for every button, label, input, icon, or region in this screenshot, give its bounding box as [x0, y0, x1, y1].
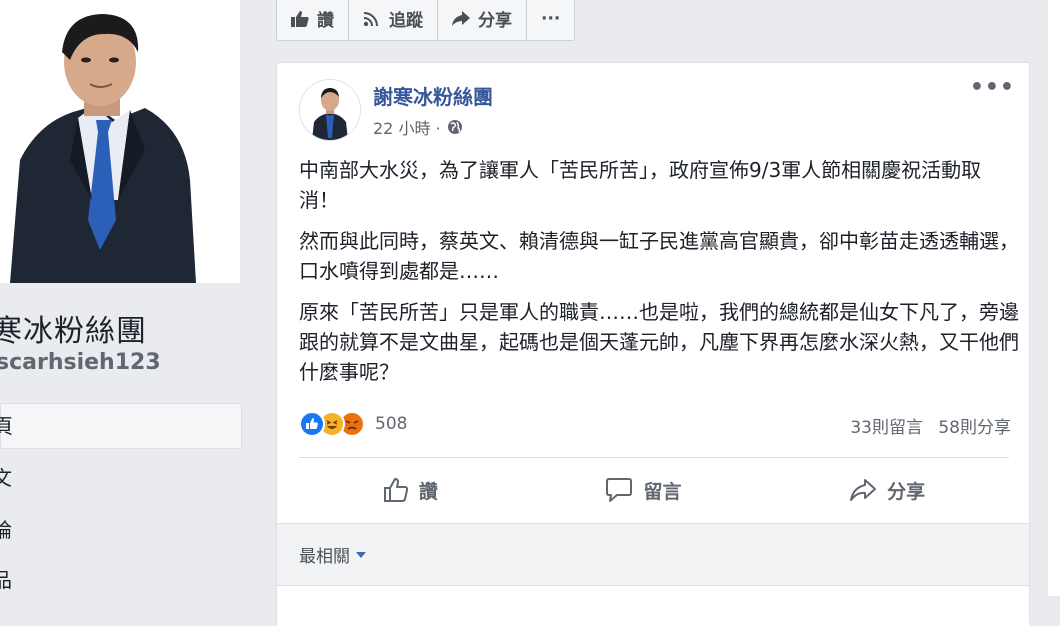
- nav-item-label: 論: [0, 518, 12, 542]
- post-body: 中南部大水災，為了讓軍人「苦民所苦」，政府宣佈9/3軍人節相關慶祝活動取消！ 然…: [299, 155, 1019, 398]
- share-count-link[interactable]: 58則分享: [938, 418, 1011, 438]
- reaction-icons: [299, 411, 365, 437]
- page-username: scarhsieh123: [0, 350, 161, 375]
- nav-item-products[interactable]: 品: [0, 564, 240, 593]
- share-arrow-icon: [452, 10, 470, 26]
- right-edge: [1048, 0, 1060, 596]
- comment-bubble-icon: [606, 478, 633, 502]
- follow-page-label: 追蹤: [389, 11, 423, 31]
- left-column: 寒冰粉絲團 scarhsieh123 頁 文 論 品: [0, 0, 258, 596]
- comment-area: [277, 585, 1029, 626]
- share-page-button[interactable]: 分享: [438, 0, 527, 40]
- like-page-button[interactable]: 讚: [277, 0, 349, 40]
- post-meta: 22 小時 ·: [373, 115, 463, 139]
- post-more-options-button[interactable]: •••: [970, 75, 1015, 100]
- post-card: 謝寒冰粉絲團 22 小時 · ••• 中南部大水災，為了讓軍人「苦民所苦」，政府…: [276, 62, 1030, 626]
- post-paragraph: 原來「苦民所苦」只是軍人的職責……也是啦，我們的總統都是仙女下凡了，旁邊跟的就算…: [299, 300, 1019, 384]
- reactions-summary[interactable]: 508: [299, 411, 407, 437]
- page-title: 寒冰粉絲團: [0, 314, 147, 349]
- comment-button[interactable]: 留言: [605, 477, 681, 504]
- globe-icon: [447, 120, 462, 134]
- like-reaction-glyph: [306, 418, 318, 429]
- rss-follow-icon: [363, 11, 378, 26]
- more-options-button[interactable]: ···: [527, 0, 574, 40]
- nav-item-label: 頁: [0, 414, 13, 438]
- post-action-bar: 讚 留言 分享: [299, 465, 1009, 515]
- like-reaction-icon: [299, 411, 325, 437]
- share-outline-icon: [850, 479, 877, 501]
- divider: [299, 457, 1009, 458]
- page-action-bar: 讚 追蹤 分享 ···: [276, 0, 576, 41]
- post-paragraph: 中南部大水災，為了讓軍人「苦民所苦」，政府宣佈9/3軍人節相關慶祝活動取消！: [299, 158, 982, 212]
- post-paragraph: 然而與此同時，蔡英文、賴清德與一缸子民進黨高官顯貴，卻中彰苗走透透輔選，口水噴得…: [299, 229, 1019, 283]
- follow-page-button[interactable]: 追蹤: [349, 0, 438, 40]
- engagement-counts: 33則留言 58則分享: [850, 413, 1011, 438]
- comment-label: 留言: [643, 480, 682, 503]
- author-avatar[interactable]: [299, 79, 361, 141]
- more-options-label: ···: [541, 8, 561, 29]
- comments-section: 最相關: [277, 523, 1029, 586]
- thumbs-up-icon: [291, 10, 309, 27]
- comment-sort-dropdown[interactable]: 最相關: [299, 542, 366, 567]
- thumbs-up-outline-icon: [383, 478, 408, 502]
- author-avatar-image: [300, 80, 360, 140]
- share-post-button[interactable]: 分享: [849, 477, 925, 504]
- caret-down-icon: [356, 551, 366, 558]
- profile-photo[interactable]: [0, 0, 240, 283]
- comment-count-link[interactable]: 33則留言: [850, 418, 923, 438]
- like-page-label: 讚: [317, 11, 334, 31]
- nav-item-label: 文: [0, 466, 12, 490]
- profile-photo-image: [0, 0, 240, 283]
- reaction-count: 508: [375, 414, 408, 434]
- post-author-link[interactable]: 謝寒冰粉絲團: [373, 81, 493, 110]
- like-post-button[interactable]: 讚: [383, 477, 438, 504]
- nav-item-reviews[interactable]: 論: [0, 514, 240, 543]
- nav-item-label: 品: [0, 568, 12, 592]
- share-post-label: 分享: [887, 480, 926, 503]
- comment-sort-label: 最相關: [299, 547, 350, 567]
- nav-item-home[interactable]: 頁: [0, 403, 242, 449]
- post-timestamp[interactable]: 22 小時 ·: [373, 115, 441, 139]
- like-post-label: 讚: [418, 480, 438, 503]
- share-page-label: 分享: [478, 11, 512, 31]
- nav-item-posts[interactable]: 文: [0, 462, 240, 491]
